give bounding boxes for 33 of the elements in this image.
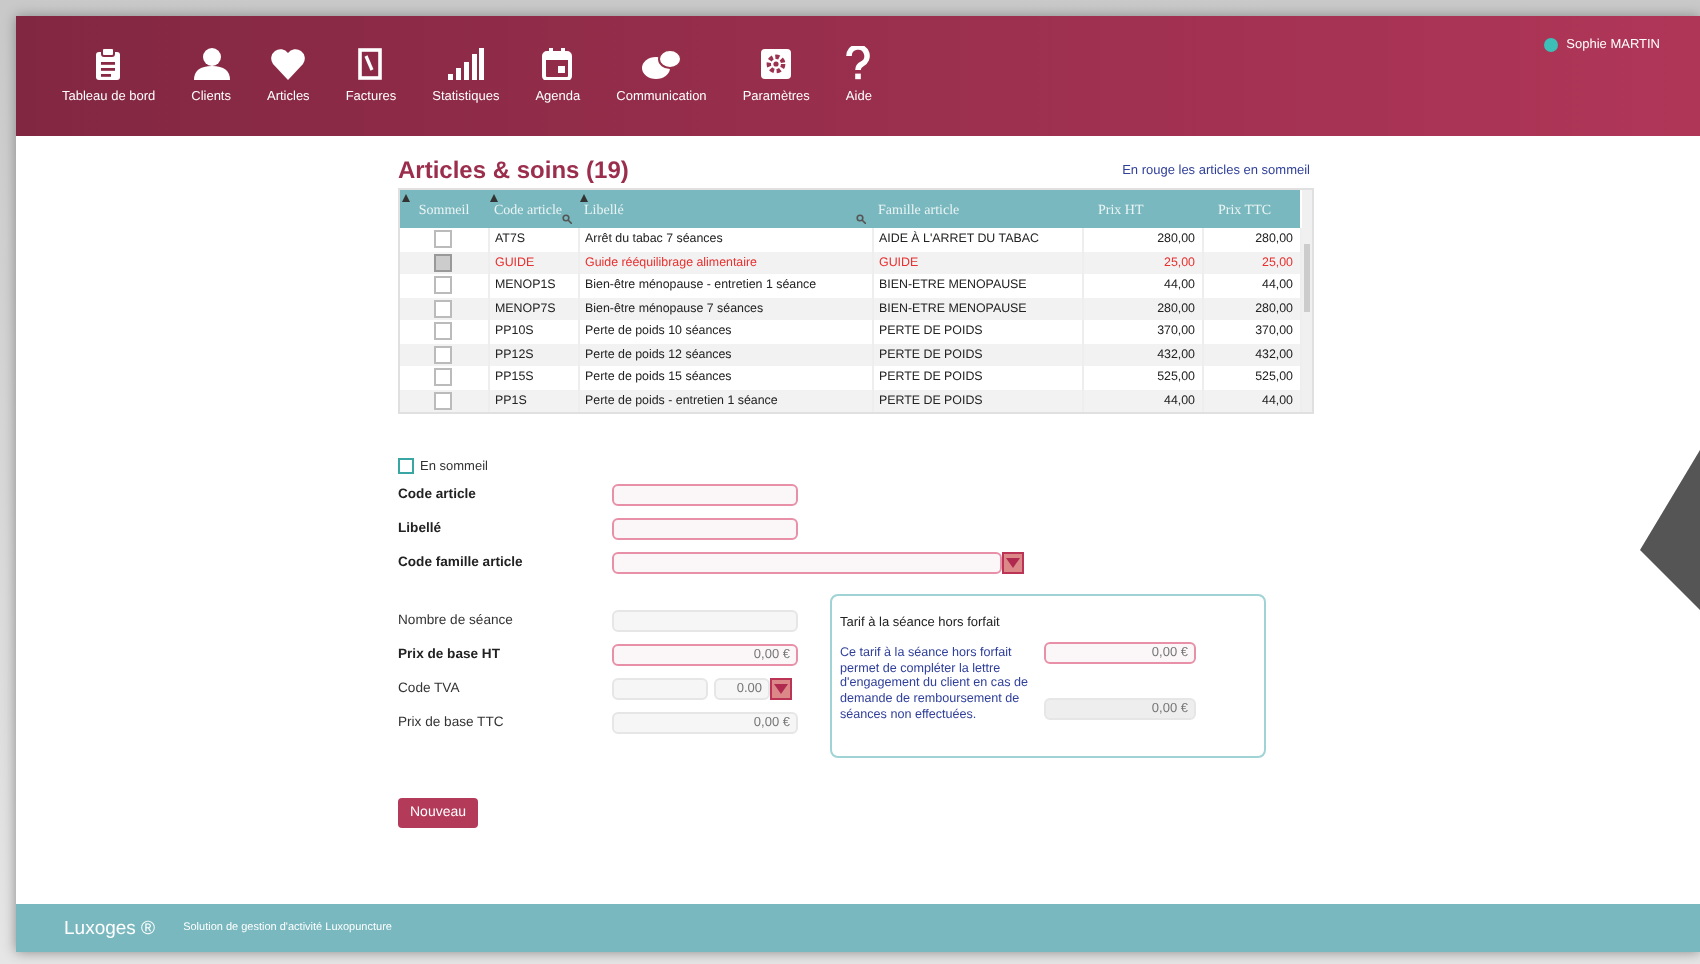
brand-name: Luxoges ® — [64, 917, 156, 939]
search-icon — [856, 214, 866, 224]
chat-bubbles-icon — [641, 48, 682, 80]
sort-icon — [490, 194, 498, 202]
search-icon — [562, 214, 572, 224]
heart-icon — [270, 48, 307, 80]
input-field[interactable] — [612, 484, 798, 506]
input-field[interactable] — [612, 518, 798, 540]
sort-icon — [580, 194, 588, 202]
settings-icon — [760, 48, 793, 80]
checkbox[interactable] — [434, 322, 453, 341]
checkbox[interactable] — [434, 391, 453, 410]
caret-icon — [774, 684, 788, 694]
scrollbar[interactable] — [1301, 190, 1312, 412]
person-icon — [193, 48, 230, 80]
select-field[interactable] — [612, 552, 1002, 574]
checkbox[interactable] — [398, 458, 414, 474]
checkbox[interactable] — [434, 253, 453, 272]
checkbox[interactable] — [434, 368, 453, 387]
dropdown-button[interactable] — [770, 678, 792, 700]
checkbox[interactable] — [434, 345, 453, 364]
document-icon — [358, 48, 383, 80]
clipboard-icon — [94, 48, 123, 80]
sort-icon — [402, 194, 410, 202]
checkbox[interactable] — [434, 230, 453, 249]
page-title: Articles & soins (19) — [398, 156, 629, 184]
checkbox[interactable] — [434, 299, 453, 318]
calendar-icon — [542, 48, 573, 80]
checkbox[interactable] — [434, 276, 453, 295]
bars-icon — [447, 48, 484, 80]
caret-icon — [1006, 558, 1020, 568]
help-icon — [846, 46, 871, 80]
dropdown-button[interactable] — [1002, 552, 1024, 574]
